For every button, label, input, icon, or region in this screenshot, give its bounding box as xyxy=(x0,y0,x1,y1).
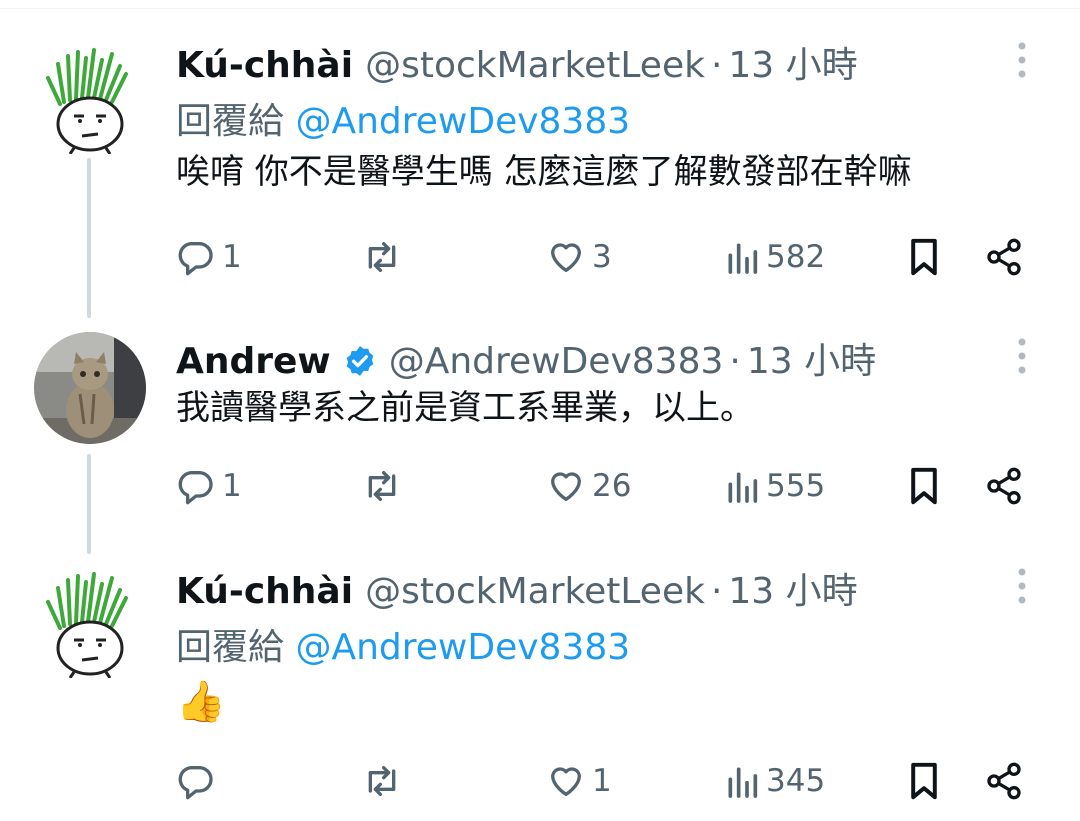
views-icon xyxy=(728,767,758,798)
reply-mention-link[interactable]: @AndrewDev8383 xyxy=(295,101,630,142)
more-icon[interactable] xyxy=(1004,564,1040,608)
like-icon xyxy=(551,472,581,501)
display-name[interactable]: Kú-chhài xyxy=(176,45,353,86)
tweet-text: 唉唷 你不是醫學生嗎 怎麼這麼了解數發部在幹嘛 xyxy=(176,152,912,192)
views-count: 345 xyxy=(766,763,826,799)
share-button[interactable] xyxy=(984,757,1024,805)
more-icon[interactable] xyxy=(1004,38,1040,82)
retweet-button[interactable] xyxy=(360,757,410,805)
tweet-text: 👍 xyxy=(176,679,226,725)
retweet-button[interactable] xyxy=(360,462,410,510)
bookmark-button[interactable] xyxy=(906,233,942,281)
retweet-icon xyxy=(368,471,396,501)
separator-dot: · xyxy=(729,341,741,382)
share-icon xyxy=(987,762,1021,800)
thread-line xyxy=(87,454,91,554)
like-button[interactable]: 1 xyxy=(546,757,612,805)
views-button[interactable]: 582 xyxy=(724,233,825,281)
share-button[interactable] xyxy=(984,462,1024,510)
bookmark-button[interactable] xyxy=(906,462,942,510)
share-button[interactable] xyxy=(984,233,1024,281)
views-icon xyxy=(728,472,758,503)
retweet-icon xyxy=(368,766,396,796)
reply-icon xyxy=(178,471,213,505)
bookmark-icon xyxy=(911,762,937,800)
bookmark-button[interactable] xyxy=(906,757,942,805)
views-count: 555 xyxy=(766,468,826,504)
thread-line xyxy=(87,158,91,318)
username[interactable]: @AndrewDev8383 xyxy=(389,341,724,382)
verified-badge-icon xyxy=(346,346,374,376)
like-count: 3 xyxy=(592,239,612,275)
reply-prefix: 回覆給 xyxy=(176,101,296,142)
display-name[interactable]: Andrew xyxy=(176,341,331,382)
reply-count: 1 xyxy=(222,468,242,504)
timestamp[interactable]: 13 小時 xyxy=(728,562,857,614)
avatar[interactable] xyxy=(34,568,146,682)
views-button[interactable]: 345 xyxy=(724,757,825,805)
timestamp[interactable]: 13 小時 xyxy=(728,36,857,88)
reply-mention-link[interactable]: @AndrewDev8383 xyxy=(295,627,630,668)
reply-context: 回覆給 @AndrewDev8383 xyxy=(176,92,1040,142)
retweet-icon xyxy=(368,242,396,272)
tweet-header: Andrew @AndrewDev8383 · 13 小時 xyxy=(176,332,1040,382)
share-icon xyxy=(987,238,1021,276)
bookmark-icon xyxy=(911,238,937,276)
avatar[interactable] xyxy=(34,332,146,448)
top-divider xyxy=(0,8,1080,9)
like-count: 26 xyxy=(592,468,632,504)
display-name[interactable]: Kú-chhài xyxy=(176,571,353,612)
reply-prefix: 回覆給 xyxy=(176,627,296,668)
avatar[interactable] xyxy=(34,44,146,158)
reply-count: 1 xyxy=(222,239,242,275)
reply-icon xyxy=(178,242,213,276)
retweet-button[interactable] xyxy=(360,233,410,281)
reply-context: 回覆給 @AndrewDev8383 xyxy=(176,618,1040,668)
action-bar: 1 3 582 xyxy=(176,233,1036,281)
share-icon xyxy=(987,467,1021,505)
views-icon xyxy=(728,243,758,274)
like-count: 1 xyxy=(592,763,612,799)
reply-button[interactable] xyxy=(176,757,222,805)
like-icon xyxy=(551,243,581,272)
separator-dot: · xyxy=(710,571,723,612)
bookmark-icon xyxy=(911,467,937,505)
like-button[interactable]: 3 xyxy=(546,233,612,281)
action-bar: 1 26 555 xyxy=(176,462,1036,510)
like-button[interactable]: 26 xyxy=(546,462,631,510)
tweet-text: 我讀醫學系之前是資工系畢業，以上。 xyxy=(176,388,754,428)
like-icon xyxy=(551,767,581,796)
reply-button[interactable]: 1 xyxy=(176,233,242,281)
reply-icon xyxy=(178,766,213,800)
separator-dot: · xyxy=(710,45,723,86)
username[interactable]: @stockMarketLeek xyxy=(365,571,705,612)
more-icon[interactable] xyxy=(1004,334,1040,378)
tweet-header: Kú-chhài @stockMarketLeek · 13 小時 xyxy=(176,562,1040,612)
views-button[interactable]: 555 xyxy=(724,462,825,510)
tweet-header: Kú-chhài @stockMarketLeek · 13 小時 xyxy=(176,36,1040,86)
views-count: 582 xyxy=(766,239,826,275)
reply-button[interactable]: 1 xyxy=(176,462,242,510)
action-bar: 1 345 xyxy=(176,757,1036,805)
username[interactable]: @stockMarketLeek xyxy=(365,45,705,86)
timestamp[interactable]: 13 小時 xyxy=(747,332,876,384)
